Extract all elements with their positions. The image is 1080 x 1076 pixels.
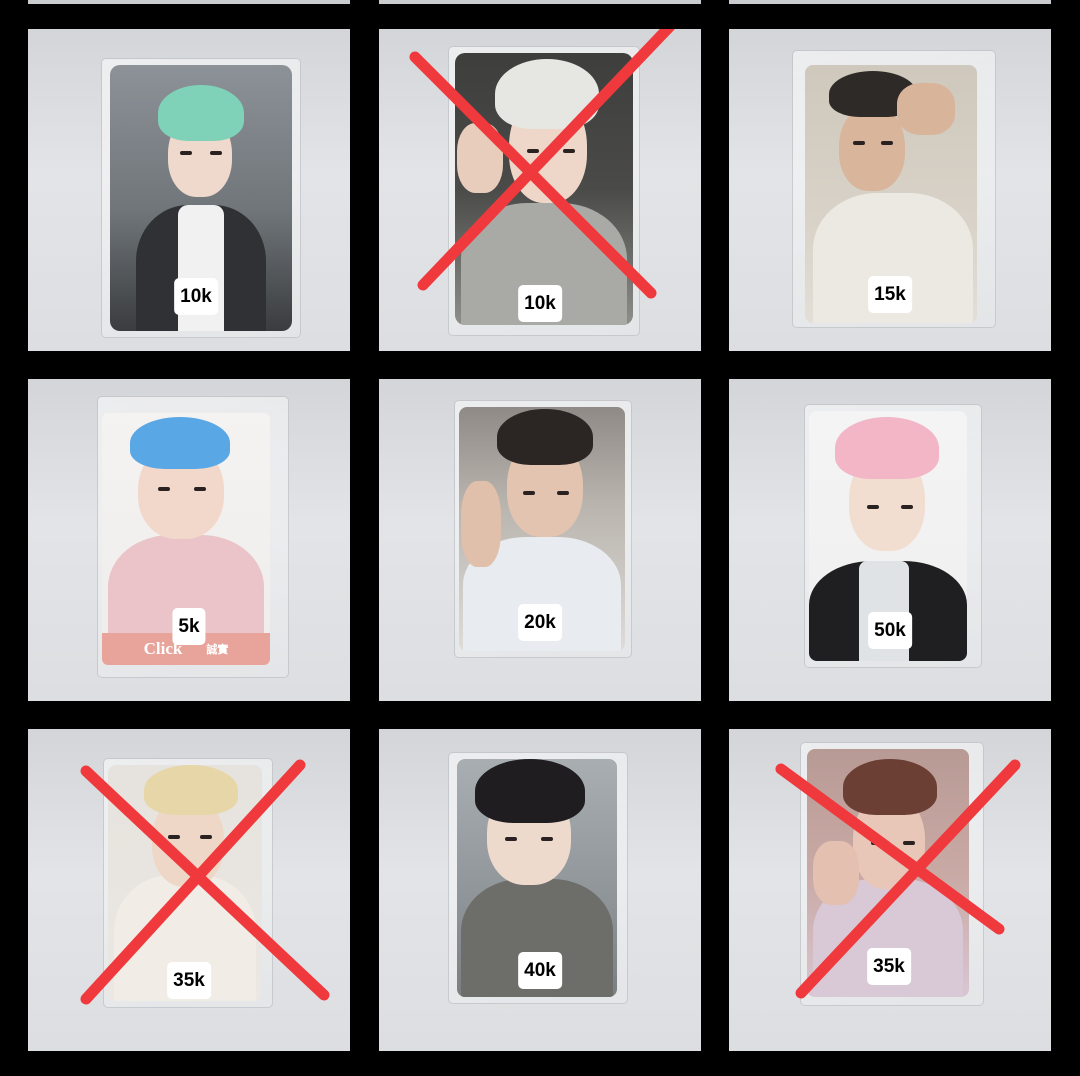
price-badge: 40k — [518, 952, 562, 989]
photocard-tile-9[interactable]: 35k — [729, 729, 1051, 1051]
card-brand-sub: 誠實 — [206, 644, 229, 656]
photocard-tile-3[interactable]: 15k — [729, 29, 1051, 351]
price-badge: 15k — [868, 276, 912, 313]
previous-row-edge — [729, 0, 1051, 4]
price-badge: 35k — [167, 962, 211, 999]
photocard-tile-1[interactable]: 10k — [28, 29, 350, 351]
price-badge: 10k — [174, 278, 218, 315]
photocard-gallery: 10k 10k 15k Click 誠實 5k 20k 50k 35k 40k … — [0, 0, 1080, 1076]
photocard-tile-2[interactable]: 10k — [379, 29, 701, 351]
price-badge: 20k — [518, 604, 562, 641]
price-badge: 5k — [172, 608, 206, 645]
photocard-tile-8[interactable]: 40k — [379, 729, 701, 1051]
photocard-tile-7[interactable]: 35k — [28, 729, 350, 1051]
photocard-tile-4[interactable]: Click 誠實 5k — [28, 379, 350, 701]
photocard-tile-5[interactable]: 20k — [379, 379, 701, 701]
price-badge: 35k — [867, 948, 911, 985]
price-badge: 10k — [518, 285, 562, 322]
photocard-tile-6[interactable]: 50k — [729, 379, 1051, 701]
price-badge: 50k — [868, 612, 912, 649]
previous-row-edge — [28, 0, 350, 4]
previous-row-edge — [379, 0, 701, 4]
